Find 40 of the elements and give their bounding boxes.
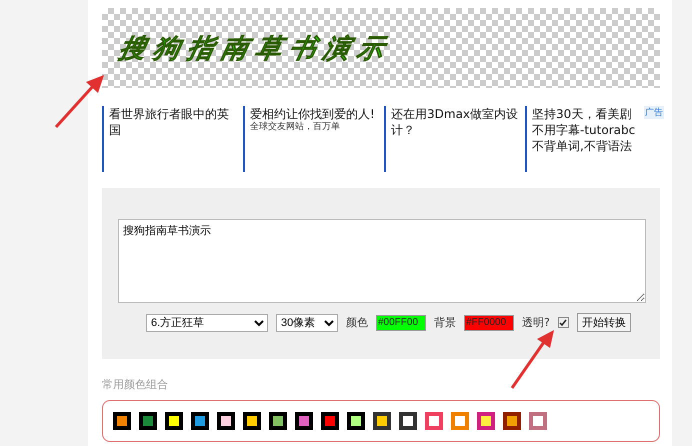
color-swatch[interactable]	[451, 412, 469, 430]
ad-title: 看世界旅行者眼中的英国	[109, 106, 230, 138]
arrow-annotation	[510, 328, 556, 390]
color-swatch[interactable]	[321, 412, 339, 430]
color-swatch[interactable]	[295, 412, 313, 430]
ad-title: 坚持30天，看美剧不用字幕-tutorabc不背单词,不背语法	[532, 106, 636, 154]
color-label: 颜色	[346, 315, 368, 330]
ad-title: 爱相约让你找到爱的人!	[250, 106, 376, 122]
ad-description: 全球交友网站，百万单	[250, 122, 341, 133]
color-swatch[interactable]	[243, 412, 261, 430]
color-swatch[interactable]	[425, 412, 443, 430]
color-swatch[interactable]	[477, 412, 495, 430]
ad-badge: 广告	[644, 106, 664, 119]
color-swatch[interactable]	[113, 412, 131, 430]
color-swatch[interactable]	[347, 412, 365, 430]
color-field[interactable]: #00FF00	[376, 314, 426, 330]
ad-title: 还在用3Dmax做室内设计？	[391, 106, 519, 138]
background-label: 背景	[434, 315, 456, 330]
preview-text: 搜狗指南草书演示	[116, 32, 396, 66]
convert-button[interactable]: 开始转换	[576, 313, 631, 332]
background-field[interactable]: #FF0000	[464, 314, 514, 330]
color-swatch[interactable]	[191, 412, 209, 430]
palette-title: 常用颜色组合	[102, 377, 169, 392]
color-swatch[interactable]	[269, 412, 287, 430]
color-swatch[interactable]	[165, 412, 183, 430]
size-select[interactable]: 30像素	[276, 314, 338, 332]
color-swatch[interactable]	[139, 412, 157, 430]
color-swatch[interactable]	[373, 412, 391, 430]
transparent-checkbox[interactable]	[558, 317, 569, 328]
transparent-label: 透明?	[522, 315, 550, 330]
arrow-annotation	[54, 73, 106, 129]
text-input[interactable]: 搜狗指南草书演示	[118, 219, 646, 303]
ad-card[interactable]: 看世界旅行者眼中的英国	[102, 106, 237, 172]
color-swatch[interactable]	[529, 412, 547, 430]
ad-card[interactable]: 还在用3Dmax做室内设计？	[384, 106, 519, 172]
color-swatch[interactable]	[217, 412, 235, 430]
color-swatch[interactable]	[399, 412, 417, 430]
color-swatch[interactable]	[503, 412, 521, 430]
font-select[interactable]: 6.方正狂草	[146, 314, 268, 332]
ad-card[interactable]: 爱相约让你找到爱的人! 全球交友网站，百万单	[243, 106, 378, 172]
